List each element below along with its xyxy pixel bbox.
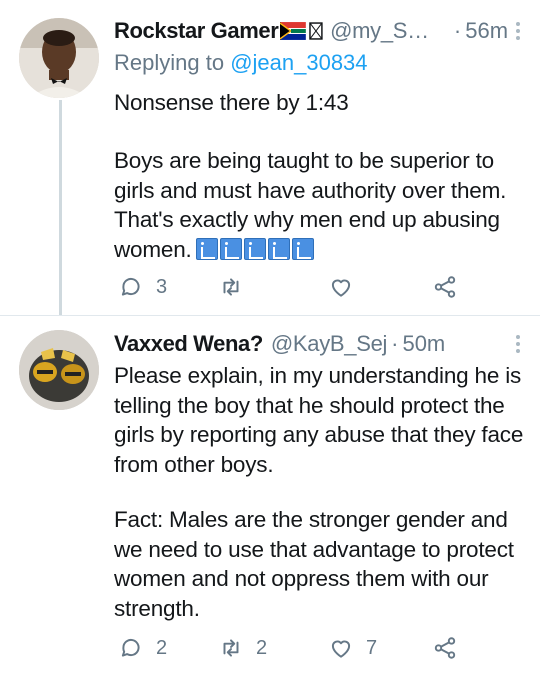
like-count: 7 [366,636,378,659]
heart-icon [331,640,351,658]
heart-icon [331,279,351,297]
share-icon [434,637,456,659]
emoji-group [195,237,316,260]
timestamp[interactable]: 56m [465,18,508,44]
woman-lifting-icon [243,237,266,260]
missing-glyph-icon [309,22,323,40]
woman-lifting-icon [219,237,242,260]
replying-to-mention[interactable]: @jean_30834 [230,50,367,75]
reply-button[interactable]: 3 [118,273,167,301]
more-options-icon[interactable] [514,20,522,42]
reply-button[interactable]: 2 [118,634,167,662]
tweet-header: Rockstar Gamer @my_Sm... · 56m [114,16,522,46]
more-options-icon[interactable] [514,333,522,355]
display-name[interactable]: Vaxxed Wena? [114,331,263,357]
avatar[interactable] [19,18,99,98]
replying-to: Replying to @jean_30834 [114,50,368,76]
thread-connector-line [59,100,62,316]
tweet-actions: 3 [114,273,514,301]
avatar[interactable] [19,330,99,410]
woman-lifting-icon [195,237,218,260]
tweet-rockstar-gamer[interactable]: Rockstar Gamer @my_Sm... · 56m Replying … [0,0,540,316]
reply-count: 3 [156,275,168,298]
retweet-icon [223,278,239,296]
retweet-button[interactable] [218,273,256,301]
woman-lifting-icon [291,237,314,260]
tweet-actions: 2 2 7 [114,634,514,662]
timestamp[interactable]: 50m [402,331,445,357]
like-button[interactable]: 7 [328,634,377,662]
share-button[interactable] [432,634,458,662]
share-button[interactable] [432,273,458,301]
user-handle[interactable]: @my_Sm... [330,18,442,44]
like-button[interactable] [328,273,366,301]
tweet-text-paragraph: Please explain, in my understanding he i… [114,363,524,477]
tweet-text-line: Nonsense there by 1:43 [114,90,349,115]
tweet-divider [0,315,540,316]
replying-to-label: Replying to [114,50,231,75]
user-handle[interactable]: @KayB_Sej [271,331,387,357]
share-icon [434,276,456,298]
tweet-text-paragraph: Fact: Males are the stronger gender and … [114,507,514,621]
retweet-icon [223,639,239,657]
retweet-count: 2 [256,636,268,659]
separator-dot: · [453,18,462,43]
separator-dot: · [391,331,399,356]
tweet-text-paragraph: Boys are being taught to be superior to … [114,146,524,264]
reply-icon [121,277,140,296]
tweet-header: Vaxxed Wena? @KayB_Sej · 50m [114,329,522,359]
woman-lifting-icon [267,237,290,260]
reply-count: 2 [156,636,168,659]
display-name[interactable]: Rockstar Gamer [114,18,279,44]
south-africa-flag-icon [280,22,307,40]
retweet-button[interactable]: 2 [218,634,267,662]
reply-icon [121,638,140,657]
